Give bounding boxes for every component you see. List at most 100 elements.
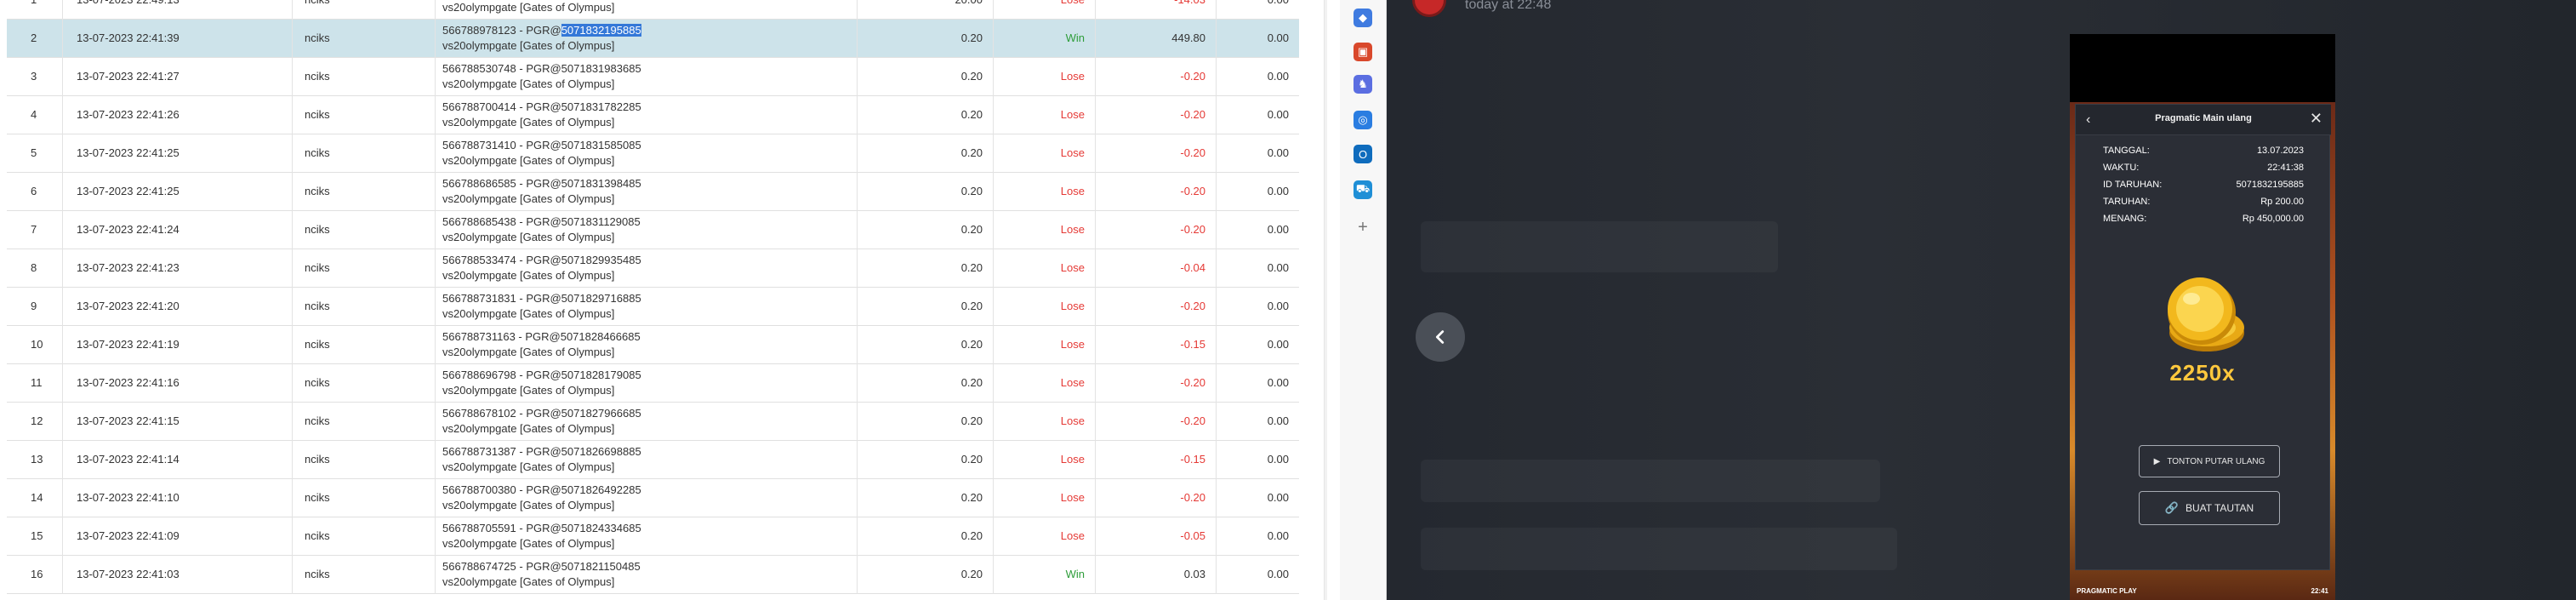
- selected-text: 5071832195885: [561, 24, 641, 37]
- bet-reference[interactable]: 566788530748 - PGR@5071831983685: [442, 62, 641, 75]
- winloss-cell: -0.04: [1096, 249, 1217, 288]
- game-name: vs20olympgate [Gates of Olympus]: [442, 537, 615, 550]
- table-row[interactable]: 1 13-07-2023 22:49:13 nciks 566798132114 - …: [7, 0, 1299, 20]
- bet-amount: 0.20: [960, 261, 983, 274]
- reference-cell: 566788700414 - PGR@5071831782285 vs20olym…: [436, 96, 858, 134]
- status-cell: Lose: [994, 326, 1096, 364]
- row-number-cell: 5: [7, 134, 63, 173]
- balance-cell: 0.00: [1217, 288, 1299, 326]
- chevron-left-icon: [1435, 330, 1445, 344]
- table-row[interactable]: 2 13-07-2023 22:41:39 nciks 566788978123 - …: [7, 20, 1299, 58]
- reference-text: 566788674725 - PGR@5071821150485: [442, 560, 641, 573]
- cart-icon[interactable]: ⛟: [1354, 180, 1372, 199]
- table-scrollbar[interactable]: [1324, 0, 1327, 600]
- user-cell: nciks: [293, 0, 436, 20]
- table-row[interactable]: 14 13-07-2023 22:41:10 nciks 566788700380 -…: [7, 479, 1299, 517]
- bet-reference[interactable]: 566788678102 - PGR@5071827966685: [442, 407, 641, 420]
- bet-reference[interactable]: 566788685438 - PGR@5071831129085: [442, 215, 641, 228]
- bet-amount: 0.20: [960, 300, 983, 312]
- table-row[interactable]: 12 13-07-2023 22:41:15 nciks 566788678102 -…: [7, 403, 1299, 441]
- date-cell: 13-07-2023 22:41:10: [63, 479, 293, 517]
- status-cell: Lose: [994, 173, 1096, 211]
- table-row[interactable]: 6 13-07-2023 22:41:25 nciks 566788686585 - …: [7, 173, 1299, 211]
- balance-amount: 0.00: [1267, 185, 1289, 197]
- balance-cell: 0.00: [1217, 364, 1299, 403]
- bet-date: 13-07-2023 22:41:19: [77, 338, 180, 351]
- username: nciks: [305, 261, 330, 274]
- winloss-amount: -0.15: [1180, 453, 1205, 466]
- game-name: vs20olympgate [Gates of Olympus]: [442, 231, 615, 243]
- table-row[interactable]: 8 13-07-2023 22:41:23 nciks 566788533474 - …: [7, 249, 1299, 288]
- reference-text: 566788731410 - PGR@5071831585085: [442, 139, 641, 151]
- reference-text: 566788705591 - PGR@5071824334685: [442, 522, 641, 534]
- balance-amount: 0.00: [1267, 491, 1289, 504]
- bet-reference[interactable]: 566788686585 - PGR@5071831398485: [442, 177, 641, 190]
- tag-icon[interactable]: ◆: [1354, 9, 1372, 27]
- bet-reference[interactable]: 566788674725 - PGR@5071821150485: [442, 560, 641, 573]
- bet-reference[interactable]: 566788731410 - PGR@5071831585085: [442, 139, 641, 151]
- detail-label: WAKTU:: [2103, 163, 2140, 173]
- bet-amount: 0.20: [960, 108, 983, 121]
- user-cell: nciks: [293, 288, 436, 326]
- watch-replay-button[interactable]: ▶ TONTON PUTAR ULANG: [2139, 445, 2280, 477]
- row-number: 15: [31, 529, 43, 542]
- game-name: vs20olympgate [Gates of Olympus]: [442, 499, 615, 511]
- table-row[interactable]: 15 13-07-2023 22:41:09 nciks 566788705591 -…: [7, 517, 1299, 556]
- reference-text: 566788731831 - PGR@5071829716885: [442, 292, 641, 305]
- game-name: vs20olympgate [Gates of Olympus]: [442, 1, 615, 14]
- table-row[interactable]: 13 13-07-2023 22:41:14 nciks 566788731387 -…: [7, 441, 1299, 479]
- chess-icon[interactable]: ♞: [1354, 75, 1372, 94]
- balance-amount: 0.00: [1267, 108, 1289, 121]
- table-row[interactable]: 7 13-07-2023 22:41:24 nciks 566788685438 - …: [7, 211, 1299, 249]
- table-row[interactable]: 9 13-07-2023 22:41:20 nciks 566788731831 - …: [7, 288, 1299, 326]
- bet-reference[interactable]: 566788731163 - PGR@5071828466685: [442, 330, 641, 343]
- bet-amount: 0.20: [960, 338, 983, 351]
- status-text: Lose: [1060, 108, 1085, 121]
- bet-reference[interactable]: 566788533474 - PGR@5071829935485: [442, 254, 641, 266]
- bet-reference[interactable]: 566788978123 - PGR@5071832195885: [442, 24, 641, 37]
- create-link-button[interactable]: 🔗 BUAT TAUTAN: [2139, 491, 2280, 525]
- row-number-cell: 11: [7, 364, 63, 403]
- bet-reference[interactable]: 566788731831 - PGR@5071829716885: [442, 292, 641, 305]
- table-row[interactable]: 11 13-07-2023 22:41:16 nciks 566788696798 -…: [7, 364, 1299, 403]
- date-cell: 13-07-2023 22:41:25: [63, 173, 293, 211]
- detail-label: TARUHAN:: [2103, 197, 2151, 207]
- winloss-cell: -0.20: [1096, 173, 1217, 211]
- row-number: 2: [31, 31, 37, 44]
- row-number: 3: [31, 70, 37, 83]
- bet-reference[interactable]: 566788731387 - PGR@5071826698885: [442, 445, 641, 458]
- reference-text: 566788700380 - PGR@5071826492285: [442, 483, 641, 496]
- row-number: 6: [31, 185, 37, 197]
- plus-icon[interactable]: +: [1354, 218, 1372, 237]
- winloss-amount: -0.20: [1180, 491, 1205, 504]
- table-row[interactable]: 5 13-07-2023 22:41:25 nciks 566788731410 - …: [7, 134, 1299, 173]
- status-text: Lose: [1060, 185, 1085, 197]
- username: nciks: [305, 0, 330, 6]
- game-name: vs20olympgate [Gates of Olympus]: [442, 269, 615, 282]
- table-row[interactable]: 4 13-07-2023 22:41:26 nciks 566788700414 - …: [7, 96, 1299, 134]
- bet-reference[interactable]: 566788700380 - PGR@5071826492285: [442, 483, 641, 496]
- table-row[interactable]: 16 13-07-2023 22:41:03 nciks 566788674725 -…: [7, 556, 1299, 594]
- bet-cell: 0.20: [858, 517, 994, 556]
- bet-reference[interactable]: 566788696798 - PGR@5071828179085: [442, 369, 641, 381]
- balance-cell: 0.00: [1217, 326, 1299, 364]
- table-row[interactable]: 3 13-07-2023 22:41:27 nciks 566788530748 - …: [7, 58, 1299, 96]
- bet-amount: 0.20: [960, 568, 983, 580]
- bet-date: 13-07-2023 22:41:24: [77, 223, 180, 236]
- row-number: 14: [31, 491, 43, 504]
- toolbox-icon[interactable]: ▣: [1354, 43, 1372, 61]
- table-row[interactable]: 10 13-07-2023 22:41:19 nciks 566788731163 -…: [7, 326, 1299, 364]
- bet-reference[interactable]: 566788705591 - PGR@5071824334685: [442, 522, 641, 534]
- outlook-icon[interactable]: O: [1354, 145, 1372, 163]
- bet-reference[interactable]: 566788700414 - PGR@5071831782285: [442, 100, 641, 113]
- watch-replay-label: TONTON PUTAR ULANG: [2167, 456, 2265, 466]
- user-cell: nciks: [293, 441, 436, 479]
- bet-cell: 0.20: [858, 326, 994, 364]
- status-cell: Lose: [994, 58, 1096, 96]
- winloss-amount: -0.05: [1180, 529, 1205, 542]
- balance-cell: 0.00: [1217, 441, 1299, 479]
- previous-image-button[interactable]: [1416, 312, 1465, 362]
- winloss-amount: -14.03: [1174, 0, 1205, 6]
- close-icon[interactable]: ✕: [2310, 110, 2322, 128]
- copilot-icon[interactable]: ◎: [1354, 111, 1372, 129]
